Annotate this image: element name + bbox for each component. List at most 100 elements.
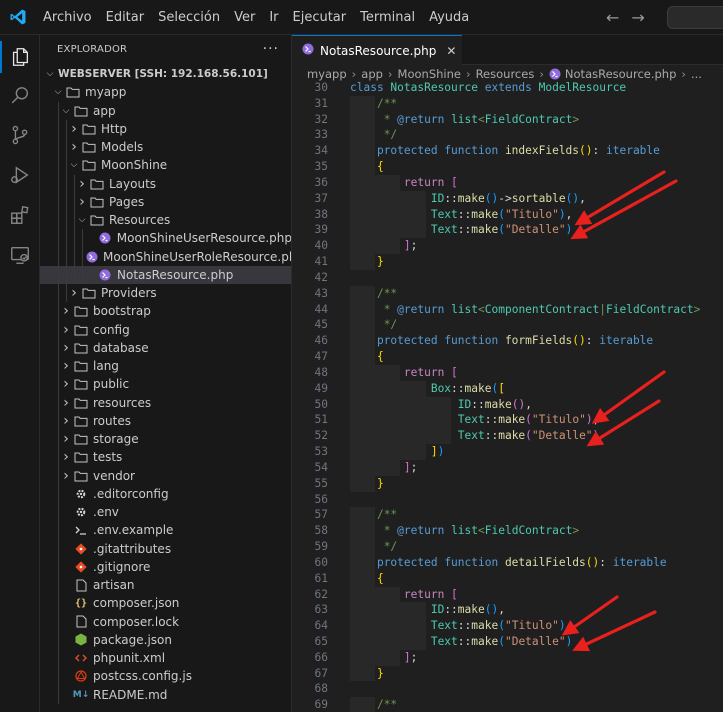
breadcrumb-item[interactable]: Resources: [476, 67, 535, 81]
tree-file[interactable]: phpunit.xml: [40, 649, 291, 668]
code-line: 38 Text::make("Titulo"),: [292, 206, 723, 223]
editor-tabs: NotasResource.php ✕: [292, 35, 723, 65]
search-icon[interactable]: [0, 76, 40, 116]
tree-folder[interactable]: › tests: [40, 448, 291, 467]
code-token: ID: [457, 397, 472, 411]
tree-folder[interactable]: › vendor: [40, 466, 291, 485]
tree-folder[interactable]: › database: [40, 338, 291, 357]
menu-ver[interactable]: Ver: [227, 0, 262, 35]
code-token: ]: [430, 445, 438, 459]
code-token: ;: [410, 650, 418, 664]
workspace-root[interactable]: ⌵ WEBSERVER [SSH: 192.168.56.101]: [40, 65, 291, 83]
workspace-root-label: WEBSERVER [SSH: 192.168.56.101]: [58, 68, 268, 81]
breadcrumb-item[interactable]: app: [361, 67, 383, 81]
breadcrumb-item[interactable]: NotasResource.php: [565, 67, 676, 81]
close-icon[interactable]: ✕: [446, 44, 456, 58]
code-text: protected function detailFields(): itera…: [350, 555, 667, 571]
tree-file[interactable]: .gitignore: [40, 557, 291, 576]
code-token: Text: [430, 207, 458, 221]
tree-folder[interactable]: › config: [40, 320, 291, 339]
tree-folder[interactable]: › Pages: [40, 192, 291, 211]
source-control-icon[interactable]: [0, 115, 40, 155]
tree-folder[interactable]: ⌵ myapp: [40, 83, 291, 101]
tree-folder[interactable]: ⌵ app: [40, 101, 291, 120]
more-actions-icon[interactable]: ···: [263, 41, 279, 57]
tree-folder[interactable]: ⌵ MoonShine: [40, 156, 291, 175]
code-token: (): [572, 334, 586, 348]
code-token: /**: [376, 286, 398, 300]
folder-icon: [74, 469, 88, 483]
breadcrumb-item[interactable]: ...: [691, 67, 702, 81]
breadcrumb-item[interactable]: MoonShine: [398, 67, 461, 81]
tree-file[interactable]: M↓ README.md: [40, 685, 291, 704]
tree-file[interactable]: artisan: [40, 576, 291, 595]
remote-explorer-icon[interactable]: [0, 235, 40, 275]
menu-ejecutar[interactable]: Ejecutar: [286, 0, 354, 35]
extensions-icon[interactable]: [0, 195, 40, 235]
tree-folder[interactable]: › lang: [40, 357, 291, 376]
code-token: make: [471, 223, 499, 237]
tree-folder[interactable]: › Models: [40, 138, 291, 157]
tree-file[interactable]: .editorconfig: [40, 484, 291, 503]
line-number: 30: [314, 81, 328, 94]
tree-folder[interactable]: › bootstrap: [40, 302, 291, 321]
line-number: 52: [314, 429, 328, 443]
menu-seleccin[interactable]: Selección: [151, 0, 227, 35]
back-arrow-icon[interactable]: ←: [606, 8, 619, 27]
code-text: }: [350, 476, 384, 492]
code-token: ::: [471, 397, 485, 411]
chevron-right-icon: ›: [465, 66, 471, 81]
tree-folder[interactable]: › Providers: [40, 284, 291, 303]
tree-file[interactable]: {} composer.json: [40, 594, 291, 613]
code-token: NotasResource: [390, 81, 485, 94]
code-token: function: [444, 144, 505, 158]
tree-file[interactable]: MoonShineUserResource.php: [40, 229, 291, 248]
menu-terminal[interactable]: Terminal: [353, 0, 422, 35]
tree-file[interactable]: MoonShineUserRoleResource.php: [40, 247, 291, 266]
line-number: 65: [314, 634, 328, 648]
forward-arrow-icon[interactable]: →: [631, 8, 644, 27]
menu-ayuda[interactable]: Ayuda: [422, 0, 476, 35]
code-line: 67 }: [292, 665, 723, 682]
code-editor[interactable]: 30 class NotasResource extends ModelResou…: [292, 80, 723, 712]
chevron-right-icon: ›: [63, 394, 69, 411]
code-text: * @return list<FieldContract>: [350, 523, 579, 539]
tree-file[interactable]: .env.example: [40, 521, 291, 540]
tree-item-label: README.md: [93, 687, 168, 702]
code-line: 33 */: [292, 127, 723, 144]
tree-file[interactable]: composer.lock: [40, 612, 291, 631]
code-line: 34 protected function indexFields(): ite…: [292, 143, 723, 160]
code-token: ::: [457, 634, 472, 648]
menu-archivo[interactable]: Archivo: [36, 0, 99, 35]
tree-file[interactable]: postcss.config.js: [40, 667, 291, 686]
tree-file[interactable]: .gitattributes: [40, 539, 291, 558]
tree-file[interactable]: NotasResource.php: [40, 265, 291, 284]
code-token: ]: [403, 460, 411, 474]
tree-folder[interactable]: › resources: [40, 393, 291, 412]
tree-folder[interactable]: › public: [40, 375, 291, 394]
menu-editar[interactable]: Editar: [99, 0, 152, 35]
folder-icon: [82, 140, 96, 154]
menu-ir[interactable]: Ir: [262, 0, 285, 35]
tab-notasresource[interactable]: NotasResource.php ✕: [292, 35, 463, 65]
code-token: ::: [444, 603, 458, 617]
explorer-icon[interactable]: [0, 37, 40, 77]
breadcrumb-item[interactable]: myapp: [307, 67, 347, 81]
run-debug-icon[interactable]: [0, 155, 40, 195]
command-center-search[interactable]: [667, 6, 723, 29]
tree-folder[interactable]: ⌵ Resources: [40, 211, 291, 230]
tree-folder[interactable]: › Layouts: [40, 174, 291, 193]
code-text: ];: [350, 650, 418, 666]
tree-file[interactable]: package.json: [40, 630, 291, 649]
tree-folder[interactable]: › Http: [40, 119, 291, 138]
chevron-right-icon: ›: [63, 431, 69, 448]
code-line: 68: [292, 681, 723, 697]
tree-folder[interactable]: › routes: [40, 411, 291, 430]
tree-file[interactable]: .env: [40, 503, 291, 522]
tree-folder[interactable]: › storage: [40, 430, 291, 449]
line-number: 67: [314, 666, 328, 680]
chevron-right-icon: ›: [63, 449, 69, 466]
